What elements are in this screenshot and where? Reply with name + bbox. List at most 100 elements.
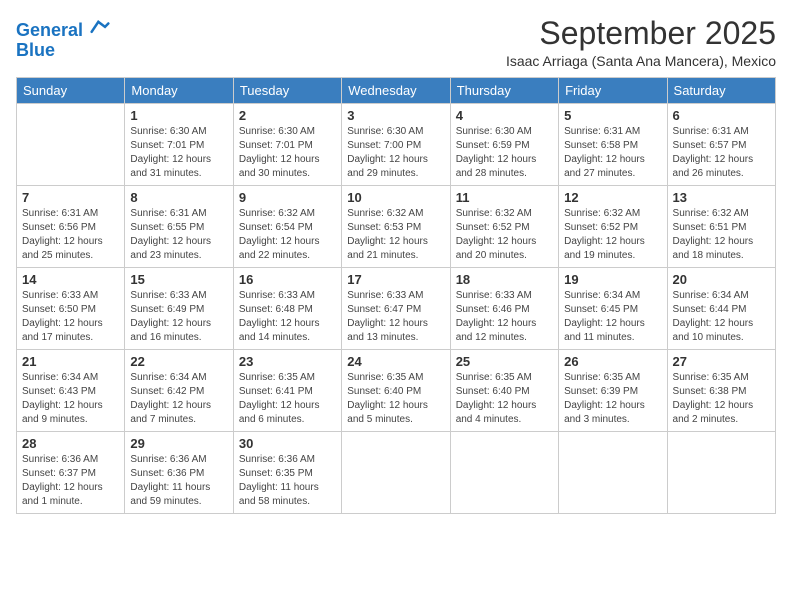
day-number: 2: [239, 108, 336, 123]
column-header-monday: Monday: [125, 78, 233, 104]
calendar-cell: 4 Sunrise: 6:30 AM Sunset: 6:59 PM Daylig…: [450, 104, 558, 186]
day-number: 19: [564, 272, 661, 287]
column-header-wednesday: Wednesday: [342, 78, 450, 104]
day-number: 24: [347, 354, 444, 369]
day-info: Sunrise: 6:36 AM Sunset: 6:36 PM Dayligh…: [130, 453, 227, 509]
day-info: Sunrise: 6:31 AM Sunset: 6:57 PM Dayligh…: [673, 125, 770, 181]
subtitle: Isaac Arriaga (Santa Ana Mancera), Mexic…: [506, 53, 776, 69]
day-number: 8: [130, 190, 227, 205]
day-info: Sunrise: 6:33 AM Sunset: 6:47 PM Dayligh…: [347, 289, 444, 345]
calendar-cell: 10Sunrise: 6:32 AM Sunset: 6:53 PM Dayli…: [342, 186, 450, 268]
day-info: Sunrise: 6:35 AM Sunset: 6:38 PM Dayligh…: [673, 371, 770, 427]
day-number: 14: [22, 272, 119, 287]
logo-blue: Blue: [16, 41, 110, 61]
day-number: 27: [673, 354, 770, 369]
calendar-cell: 12 Sunrise: 6:32 AM Sunset: 6:52 PM Dayli…: [559, 186, 667, 268]
calendar-cell: 27 Sunrise: 6:35 AM Sunset: 6:38 PM Dayli…: [667, 350, 775, 432]
column-header-saturday: Saturday: [667, 78, 775, 104]
day-number: 23: [239, 354, 336, 369]
logo: General Blue: [16, 16, 110, 61]
calendar-cell: 1 Sunrise: 6:30 AM Sunset: 7:01 PM Daylig…: [125, 104, 233, 186]
day-info: Sunrise: 6:35 AM Sunset: 6:40 PM Dayligh…: [456, 371, 553, 427]
day-number: 21: [22, 354, 119, 369]
calendar-cell: 15Sunrise: 6:33 AM Sunset: 6:49 PM Dayli…: [125, 268, 233, 350]
day-number: 10: [347, 190, 444, 205]
day-info: Sunrise: 6:30 AM Sunset: 7:00 PM Dayligh…: [347, 125, 444, 181]
day-info: Sunrise: 6:30 AM Sunset: 6:59 PM Dayligh…: [456, 125, 553, 181]
calendar-cell: 21 Sunrise: 6:34 AM Sunset: 6:43 PM Dayli…: [17, 350, 125, 432]
day-number: 18: [456, 272, 553, 287]
day-number: 28: [22, 436, 119, 451]
calendar-cell: 14 Sunrise: 6:33 AM Sunset: 6:50 PM Dayli…: [17, 268, 125, 350]
day-number: 26: [564, 354, 661, 369]
day-info: Sunrise: 6:33 AM Sunset: 6:46 PM Dayligh…: [456, 289, 553, 345]
calendar-cell: [559, 432, 667, 514]
calendar-cell: 8 Sunrise: 6:31 AM Sunset: 6:55 PM Daylig…: [125, 186, 233, 268]
day-number: 1: [130, 108, 227, 123]
calendar-cell: 3 Sunrise: 6:30 AM Sunset: 7:00 PM Daylig…: [342, 104, 450, 186]
month-title: September 2025: [506, 16, 776, 51]
day-info: Sunrise: 6:33 AM Sunset: 6:50 PM Dayligh…: [22, 289, 119, 345]
calendar-cell: 19Sunrise: 6:34 AM Sunset: 6:45 PM Dayli…: [559, 268, 667, 350]
day-info: Sunrise: 6:34 AM Sunset: 6:44 PM Dayligh…: [673, 289, 770, 345]
day-number: 3: [347, 108, 444, 123]
title-area: September 2025 Isaac Arriaga (Santa Ana …: [506, 16, 776, 69]
calendar-cell: 25Sunrise: 6:35 AM Sunset: 6:40 PM Dayli…: [450, 350, 558, 432]
calendar-cell: 26 Sunrise: 6:35 AM Sunset: 6:39 PM Dayli…: [559, 350, 667, 432]
calendar-cell: 9Sunrise: 6:32 AM Sunset: 6:54 PM Daylig…: [233, 186, 341, 268]
day-info: Sunrise: 6:34 AM Sunset: 6:42 PM Dayligh…: [130, 371, 227, 427]
day-info: Sunrise: 6:32 AM Sunset: 6:52 PM Dayligh…: [564, 207, 661, 263]
calendar-header: SundayMondayTuesdayWednesdayThursdayFrid…: [17, 78, 776, 104]
day-info: Sunrise: 6:36 AM Sunset: 6:35 PM Dayligh…: [239, 453, 336, 509]
day-number: 16: [239, 272, 336, 287]
day-number: 11: [456, 190, 553, 205]
logo-text: General: [16, 16, 110, 41]
day-info: Sunrise: 6:30 AM Sunset: 7:01 PM Dayligh…: [239, 125, 336, 181]
day-number: 20: [673, 272, 770, 287]
calendar-cell: 16Sunrise: 6:33 AM Sunset: 6:48 PM Dayli…: [233, 268, 341, 350]
day-number: 6: [673, 108, 770, 123]
day-number: 12: [564, 190, 661, 205]
column-header-tuesday: Tuesday: [233, 78, 341, 104]
day-info: Sunrise: 6:33 AM Sunset: 6:49 PM Dayligh…: [130, 289, 227, 345]
day-info: Sunrise: 6:32 AM Sunset: 6:52 PM Dayligh…: [456, 207, 553, 263]
day-info: Sunrise: 6:35 AM Sunset: 6:39 PM Dayligh…: [564, 371, 661, 427]
calendar-cell: 22 Sunrise: 6:34 AM Sunset: 6:42 PM Dayli…: [125, 350, 233, 432]
column-header-friday: Friday: [559, 78, 667, 104]
calendar-cell: 5Sunrise: 6:31 AM Sunset: 6:58 PM Daylig…: [559, 104, 667, 186]
day-number: 13: [673, 190, 770, 205]
day-info: Sunrise: 6:30 AM Sunset: 7:01 PM Dayligh…: [130, 125, 227, 181]
week-row-4: 21 Sunrise: 6:34 AM Sunset: 6:43 PM Dayli…: [17, 350, 776, 432]
day-number: 4: [456, 108, 553, 123]
day-info: Sunrise: 6:31 AM Sunset: 6:55 PM Dayligh…: [130, 207, 227, 263]
week-row-5: 28 Sunrise: 6:36 AM Sunset: 6:37 PM Dayli…: [17, 432, 776, 514]
day-number: 30: [239, 436, 336, 451]
calendar-cell: [450, 432, 558, 514]
calendar-table: SundayMondayTuesdayWednesdayThursdayFrid…: [16, 77, 776, 514]
day-info: Sunrise: 6:31 AM Sunset: 6:56 PM Dayligh…: [22, 207, 119, 263]
week-row-3: 14 Sunrise: 6:33 AM Sunset: 6:50 PM Dayli…: [17, 268, 776, 350]
day-number: 17: [347, 272, 444, 287]
calendar-cell: 13 Sunrise: 6:32 AM Sunset: 6:51 PM Dayli…: [667, 186, 775, 268]
day-info: Sunrise: 6:32 AM Sunset: 6:51 PM Dayligh…: [673, 207, 770, 263]
calendar-cell: 29Sunrise: 6:36 AM Sunset: 6:36 PM Dayli…: [125, 432, 233, 514]
column-header-thursday: Thursday: [450, 78, 558, 104]
day-number: 7: [22, 190, 119, 205]
day-number: 22: [130, 354, 227, 369]
calendar-body: 1 Sunrise: 6:30 AM Sunset: 7:01 PM Daylig…: [17, 104, 776, 514]
calendar-cell: 11 Sunrise: 6:32 AM Sunset: 6:52 PM Dayli…: [450, 186, 558, 268]
calendar-cell: 18 Sunrise: 6:33 AM Sunset: 6:46 PM Dayli…: [450, 268, 558, 350]
calendar-cell: 23Sunrise: 6:35 AM Sunset: 6:41 PM Dayli…: [233, 350, 341, 432]
day-info: Sunrise: 6:34 AM Sunset: 6:43 PM Dayligh…: [22, 371, 119, 427]
calendar-cell: [342, 432, 450, 514]
day-info: Sunrise: 6:35 AM Sunset: 6:40 PM Dayligh…: [347, 371, 444, 427]
calendar-cell: 24 Sunrise: 6:35 AM Sunset: 6:40 PM Dayli…: [342, 350, 450, 432]
day-info: Sunrise: 6:31 AM Sunset: 6:58 PM Dayligh…: [564, 125, 661, 181]
week-row-2: 7 Sunrise: 6:31 AM Sunset: 6:56 PM Daylig…: [17, 186, 776, 268]
calendar-cell: 17 Sunrise: 6:33 AM Sunset: 6:47 PM Dayli…: [342, 268, 450, 350]
calendar-cell: 20 Sunrise: 6:34 AM Sunset: 6:44 PM Dayli…: [667, 268, 775, 350]
calendar-cell: [17, 104, 125, 186]
calendar-cell: [667, 432, 775, 514]
day-info: Sunrise: 6:36 AM Sunset: 6:37 PM Dayligh…: [22, 453, 119, 509]
calendar-cell: 2 Sunrise: 6:30 AM Sunset: 7:01 PM Daylig…: [233, 104, 341, 186]
